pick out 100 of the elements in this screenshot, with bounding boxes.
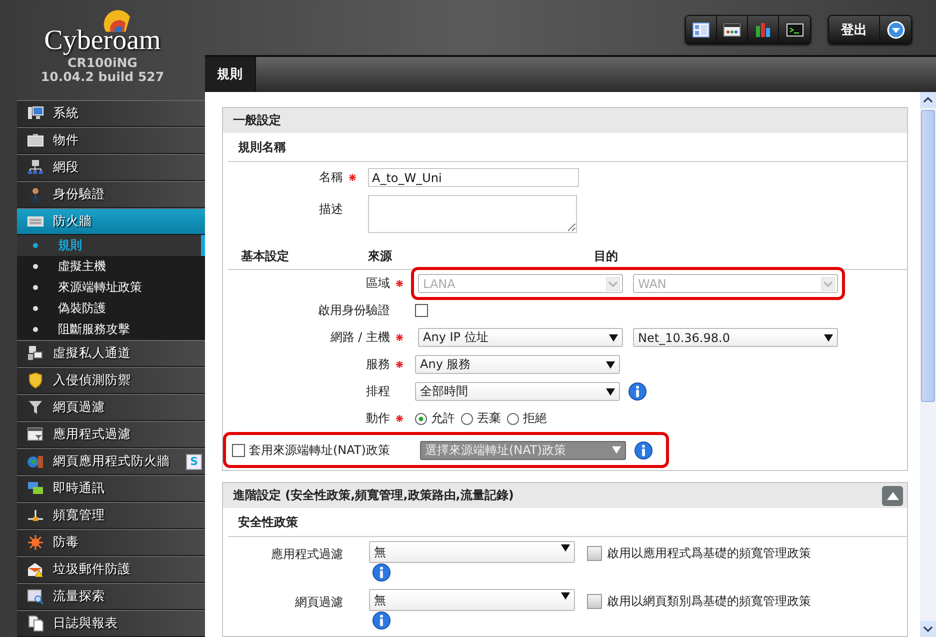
tab[interactable]: 規則 bbox=[205, 57, 256, 92]
up-triangle-icon bbox=[886, 492, 898, 500]
sidebar-item[interactable]: 物件 bbox=[17, 127, 205, 154]
field-label: 名稱 bbox=[318, 169, 343, 186]
checkbox[interactable] bbox=[415, 304, 428, 317]
option-checkbox[interactable]: 啟用以應用程式爲基礎的頻寬管理政策 bbox=[587, 541, 811, 562]
computers-icon bbox=[27, 345, 44, 362]
bullet-icon bbox=[33, 327, 38, 332]
shield-icon bbox=[27, 372, 44, 389]
field-label: 區域 bbox=[365, 275, 390, 292]
select-field[interactable]: 無 bbox=[369, 589, 575, 611]
source-select[interactable]: Any IP 位址 bbox=[418, 328, 623, 347]
sidebar-item[interactable]: 虛擬私人通道 bbox=[17, 340, 205, 367]
sidebar-item[interactable]: 防火牆 bbox=[17, 208, 205, 235]
info-icon[interactable] bbox=[372, 563, 391, 582]
envelope-warning-icon bbox=[27, 561, 44, 578]
column-header: 目的 bbox=[593, 248, 618, 265]
description-field[interactable] bbox=[368, 195, 577, 233]
logout-button[interactable]: 登出 bbox=[829, 16, 880, 43]
select-field[interactable]: 無 bbox=[369, 541, 575, 563]
scroll-thumb[interactable] bbox=[921, 110, 935, 402]
toolbar-button[interactable] bbox=[748, 16, 779, 43]
bullet-icon bbox=[33, 243, 38, 248]
connector-icon bbox=[27, 507, 44, 524]
sidebar-item[interactable]: 網頁過濾 bbox=[17, 394, 205, 421]
submenu-item[interactable]: 虛擬主機 bbox=[17, 256, 205, 277]
section-title: 安全性政策 bbox=[228, 508, 907, 537]
brand-name: Cyberoam bbox=[44, 26, 161, 56]
caret-icon bbox=[606, 360, 615, 368]
caret-icon bbox=[612, 446, 621, 454]
chat-icon bbox=[27, 480, 44, 497]
option-checkbox[interactable]: 啟用以網頁類別爲基礎的頻寬管理政策 bbox=[587, 589, 811, 610]
sidebar-item[interactable]: 垃圾郵件防護 bbox=[17, 556, 205, 583]
collapse-button[interactable] bbox=[882, 486, 903, 506]
submenu-item[interactable]: 規則 bbox=[17, 235, 205, 256]
dropdown-button[interactable] bbox=[880, 16, 911, 43]
virus-icon bbox=[27, 534, 44, 551]
info-icon[interactable] bbox=[372, 611, 391, 630]
chevron-icon bbox=[606, 276, 620, 290]
bar-chart-icon bbox=[754, 22, 772, 38]
person-icon bbox=[27, 186, 44, 203]
caret-icon bbox=[561, 544, 570, 552]
panel-title: 一般設定 bbox=[233, 112, 281, 129]
destination-select[interactable]: Net_10.36.98.0 bbox=[633, 328, 838, 347]
field-label: 動作 bbox=[365, 410, 390, 427]
caret-icon bbox=[561, 592, 570, 600]
sidebar-item[interactable]: 應用程式過濾 bbox=[17, 421, 205, 448]
select-field[interactable]: 全部時間 bbox=[415, 382, 620, 401]
radio-option[interactable]: 拒絕 bbox=[507, 410, 547, 427]
sidebar-item[interactable]: 網頁應用程式防火牆 S bbox=[17, 448, 205, 475]
sidebar-item[interactable]: 防毒 bbox=[17, 529, 205, 556]
sidebar-item[interactable]: 身份驗證 bbox=[17, 181, 205, 208]
layout-icon bbox=[692, 22, 710, 38]
sidebar-item[interactable]: 即時通訊 bbox=[17, 475, 205, 502]
toolbar-button[interactable] bbox=[717, 16, 748, 43]
section-title: 規則名稱 bbox=[228, 133, 907, 162]
submenu-item[interactable]: 阻斷服務攻擊 bbox=[17, 319, 205, 340]
submenu-item[interactable]: 偽裝防護 bbox=[17, 298, 205, 319]
sidebar-item[interactable]: 流量探索 bbox=[17, 583, 205, 610]
field-label: 應用程式過濾 bbox=[270, 546, 343, 563]
network-icon bbox=[27, 159, 44, 176]
sidebar-item[interactable]: 日誌與報表 bbox=[17, 610, 205, 637]
select-field[interactable]: Any 服務 bbox=[415, 355, 620, 374]
sidebar-item[interactable]: 系統 bbox=[17, 100, 205, 127]
sidebar-item[interactable]: 網段 bbox=[17, 154, 205, 181]
name-field[interactable]: A_to_W_Uni bbox=[368, 168, 579, 187]
caret-icon bbox=[609, 334, 618, 342]
badge: S bbox=[186, 454, 202, 470]
field-label: 服務 bbox=[365, 356, 390, 373]
column-header: 來源 bbox=[368, 248, 393, 265]
toolbar-button[interactable] bbox=[686, 16, 717, 43]
dashboard-window-icon bbox=[723, 22, 741, 38]
submenu-item[interactable]: 來源端轉址政策 bbox=[17, 277, 205, 298]
sidebar-item[interactable]: 入侵偵測防禦 bbox=[17, 367, 205, 394]
caret-icon bbox=[606, 388, 615, 396]
bullet-icon bbox=[33, 285, 38, 290]
field-label: 網頁過濾 bbox=[294, 594, 343, 611]
info-icon[interactable] bbox=[628, 382, 647, 401]
monitor-icon bbox=[27, 105, 44, 122]
globe-icon bbox=[27, 453, 44, 470]
sidebar-item[interactable]: 頻寬管理 bbox=[17, 502, 205, 529]
field-label: 排程 bbox=[365, 383, 390, 400]
radio-option[interactable]: 丟棄 bbox=[461, 410, 501, 427]
column-header: 基本設定 bbox=[240, 248, 290, 265]
terminal-icon bbox=[786, 22, 804, 38]
field-label: 描述 bbox=[318, 201, 343, 218]
documents-icon bbox=[27, 615, 44, 632]
chevron-icon bbox=[821, 276, 835, 290]
field-label: 啟用身份驗證 bbox=[317, 302, 390, 319]
bullet-icon bbox=[33, 264, 38, 269]
scroll-up-icon bbox=[920, 92, 936, 108]
window-icon bbox=[27, 426, 44, 443]
scroll-down-icon bbox=[920, 621, 936, 637]
scrollbar[interactable] bbox=[920, 92, 936, 637]
toolbar-button[interactable] bbox=[779, 16, 810, 43]
bullet-icon bbox=[33, 306, 38, 311]
panel-title: 進階設定 (安全性政策,頻寬管理,政策路由,流量記錄) bbox=[233, 487, 514, 504]
radio-option[interactable]: 允許 bbox=[415, 410, 455, 427]
field-label: 網路 / 主機 bbox=[329, 329, 390, 346]
caret-icon bbox=[824, 334, 833, 342]
